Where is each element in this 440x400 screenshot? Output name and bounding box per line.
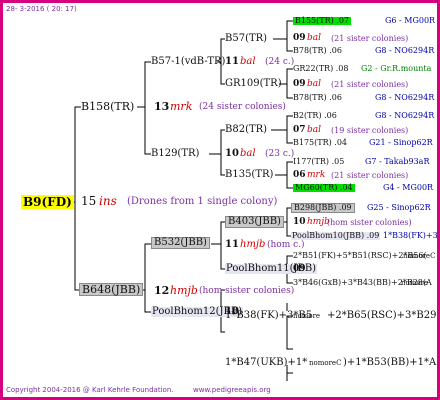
sssd-name: B78(TR) .06 (293, 46, 342, 55)
sd-name: B129(TR) (151, 148, 200, 159)
sds-type: bal (307, 125, 322, 135)
sds-gen: 07 (293, 125, 306, 135)
sds-note: (19 sister colonies) (331, 126, 409, 135)
ssd-gen: 09 (293, 79, 306, 89)
dds-text2: +2*B65(RSC)+3*B29 (327, 310, 437, 321)
sire-gen: 13 (154, 100, 170, 113)
dam-name: B648(JBB) (79, 283, 144, 296)
dss-gen: 10 (293, 217, 306, 227)
sdsd-name: B175(TR) .04 (293, 138, 348, 147)
root-gen: 15 (81, 194, 97, 208)
ssss-name: B155(TR) .07 (293, 16, 352, 25)
sss-note: (21 sister colonies) (331, 34, 409, 43)
sd-note: (23 c.) (265, 149, 295, 159)
ddd-mod: nomoreC (309, 359, 342, 367)
ds-type: hmjb (240, 239, 266, 250)
dsd-prefix: 09 (293, 264, 306, 274)
sdds-origin: G7 - Takab93aR (365, 157, 430, 166)
date-stamp: 28- 3-2016 ( 20: 17) (6, 5, 77, 13)
ssd-type: bal (307, 79, 322, 89)
ssss-origin: G6 - MG00R (385, 16, 436, 25)
sire-note: (24 sister colonies) (199, 102, 286, 112)
sss-gen: 09 (293, 33, 306, 43)
ssds-name: GR22(TR) .08 (293, 64, 349, 73)
sddd-origin: G4 - MG00R (383, 183, 434, 192)
sssd-origin: G8 - NO6294R (375, 46, 435, 55)
sdds-name: I177(TR) .05 (293, 157, 345, 166)
ss-type: bal (240, 56, 256, 67)
dsss-origin: G25 - Sinop62R (367, 203, 431, 212)
sire-name: B158(TR) (81, 100, 135, 113)
ssdd-origin: G8 - NO6294R (375, 93, 435, 102)
sdd-type: mrk (307, 170, 326, 180)
sire-type: mrk (170, 100, 193, 113)
dds-mod: nomore (293, 312, 321, 320)
root-note: (Drones from 1 single colony) (127, 196, 278, 207)
sdd-note: (21 sister colonies) (331, 171, 409, 180)
ds-name: B532(JBB) (151, 237, 210, 249)
dssd-name: PoolBhom10(JBB) .09 (291, 231, 381, 240)
sdss-name: B2(TR) .06 (293, 111, 337, 120)
footer-site[interactable]: www.pedigreeapis.org (193, 387, 271, 394)
sd-gen: 10 (225, 148, 239, 159)
dam-note: (hom sister colonies) (199, 286, 295, 296)
pedigree-frame: 28- 3-2016 ( 20: 17) B9(FD) 15 ins (Dron… (0, 0, 440, 400)
ssds-origin: G2 - Gr.R.mounta (361, 64, 432, 73)
dss-name: B403(JBB) (225, 216, 284, 228)
dsss-name: B298(JBB) .09 (291, 203, 355, 213)
sdss-origin: G8 - NO6294R (375, 111, 435, 120)
sds-name: B82(TR) (225, 124, 268, 135)
ds-note: (hom c.) (267, 240, 305, 250)
root-name: B9(FD) (21, 195, 74, 209)
ss-gen: 11 (225, 56, 239, 67)
root-type: ins (99, 194, 117, 208)
sss-type: bal (307, 33, 322, 43)
ddd-text2: )+1*B53(BB)+1*A (343, 357, 437, 368)
sd-type: bal (240, 148, 256, 159)
dssd-origin: 1*B38(FK)+3 (383, 231, 438, 240)
dss-note: (hom sister colonies) (327, 218, 412, 227)
dsds-mod: nomoreC (403, 252, 436, 260)
footer-copyright: Copyright 2004-2016 @ Karl Kehrle Founda… (6, 386, 174, 394)
dam-gen: 12 (154, 284, 170, 297)
sdd-gen: 06 (293, 170, 306, 180)
dsdd-mod: nomore (401, 279, 429, 287)
sdd-name: B135(TR) (225, 169, 274, 180)
ssdd-name: B78(TR) .06 (293, 93, 342, 102)
ssd-name: GR109(TR) (225, 78, 282, 89)
ds-gen: 11 (225, 239, 239, 250)
dam-type: hmjb (170, 284, 198, 297)
sdsd-origin: G21 - Sinop62R (369, 138, 433, 147)
ssd-note: (21 sister colonies) (331, 80, 409, 89)
sddd-name: MG60(TR) .04 (293, 183, 355, 192)
sss-name: B57(TR) (225, 33, 268, 44)
ss-name: B57-1(vdB-TR) (151, 56, 226, 67)
ss-note: (24 c.) (265, 57, 295, 67)
ddd-text: 1*B47(UKB)+1* (225, 357, 308, 368)
